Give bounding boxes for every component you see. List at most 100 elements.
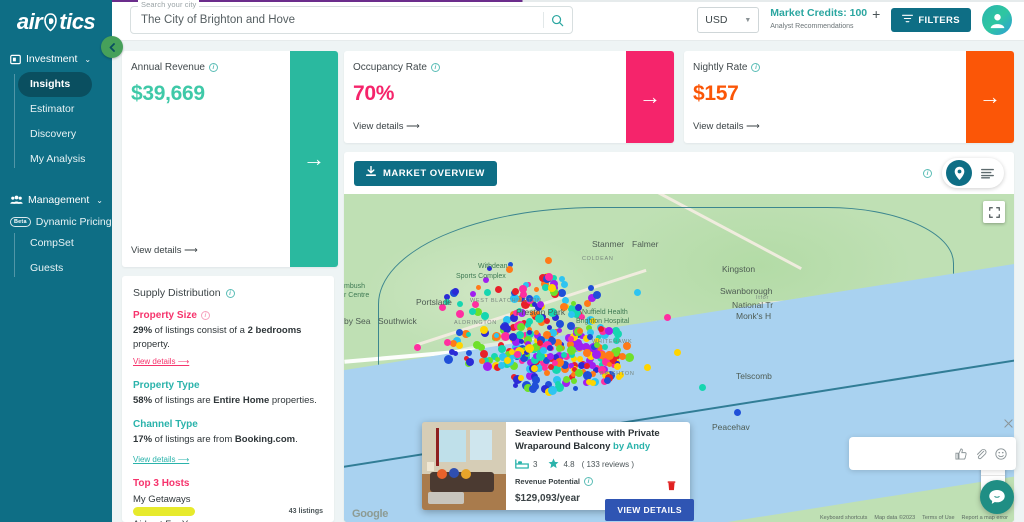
list-view-toggle[interactable] (974, 160, 1000, 186)
sidebar-item-my-analysis[interactable]: My Analysis (22, 147, 112, 172)
kpi-card-occupancy-rate[interactable]: Occupancy Rate i 70% View details ⟶ → (344, 51, 674, 143)
map-listing-dot[interactable] (546, 324, 552, 330)
nav-header-investment[interactable]: Investment ⌄ (0, 49, 112, 69)
map-listing-dot[interactable] (479, 326, 488, 335)
chat-fab-button[interactable] (980, 480, 1014, 514)
kpi-view-details-link[interactable]: View details ⟶ (353, 121, 626, 132)
map-listing-dot[interactable] (516, 323, 525, 332)
sidebar-item-dynamic-pricing[interactable]: Beta Dynamic Pricing (0, 210, 112, 230)
nav-header-management[interactable]: Management ⌄ (0, 190, 112, 210)
map-listing-dot[interactable] (567, 336, 574, 343)
kpi-card-annual-revenue[interactable]: Annual Revenue i $39,669 View details ⟶ … (122, 51, 338, 267)
attachment-icon[interactable] (975, 448, 987, 460)
map-listing-dot[interactable] (554, 380, 561, 387)
user-avatar-icon[interactable] (982, 5, 1012, 35)
map-listing-dot[interactable] (475, 285, 481, 291)
map-listing-dot[interactable] (548, 385, 558, 395)
map-listing-dot[interactable] (606, 361, 612, 367)
map-listing-dot[interactable] (484, 289, 491, 296)
info-icon[interactable]: i (584, 477, 594, 486)
map-listing-dot[interactable] (576, 328, 583, 335)
sidebar-collapse-button[interactable] (101, 36, 123, 58)
map-listing-dot[interactable] (699, 384, 706, 391)
map-listing-dot[interactable] (451, 288, 459, 296)
map-listing-dot[interactable] (414, 344, 421, 351)
search-input[interactable] (141, 14, 543, 26)
map-listing-dot[interactable] (546, 345, 553, 352)
map-listing-dot[interactable] (570, 300, 576, 306)
trash-icon[interactable] (667, 478, 676, 496)
map-listing-dot[interactable] (517, 374, 524, 381)
section-view-details-link[interactable]: View details ⟶ (133, 455, 189, 464)
map-listing-dot[interactable] (598, 325, 605, 332)
info-icon[interactable]: i (751, 63, 761, 72)
info-icon[interactable]: i (208, 63, 218, 72)
chat-input-bar[interactable] (849, 437, 1016, 470)
info-icon[interactable]: i (200, 311, 210, 320)
map-listing-dot[interactable] (483, 361, 493, 371)
add-credits-icon[interactable]: + (872, 7, 880, 21)
currency-select[interactable]: USD ▼ (697, 7, 760, 33)
map-listing-dot[interactable] (575, 368, 584, 377)
map-listing-dot[interactable] (618, 353, 626, 361)
map-listing-dot[interactable] (515, 330, 524, 339)
map-listing-dot[interactable] (556, 328, 562, 334)
property-view-details-button[interactable]: VIEW DETAILS (605, 499, 694, 521)
map-listing-dot[interactable] (508, 332, 517, 341)
map-listing-dot[interactable] (625, 352, 635, 362)
map-listing-dot[interactable] (545, 272, 554, 281)
map-fullscreen-button[interactable] (983, 201, 1005, 223)
map-listing-dot[interactable] (518, 338, 524, 344)
map-listing-dot[interactable] (455, 309, 464, 318)
sidebar-item-compset[interactable]: CompSet (22, 231, 112, 256)
map-listing-dot[interactable] (664, 314, 671, 321)
map-listing-dot[interactable] (443, 354, 453, 364)
search-box[interactable] (130, 6, 573, 34)
map-footer-link[interactable]: Keyboard shortcuts (820, 515, 867, 521)
thumbs-up-icon[interactable] (955, 447, 967, 460)
map-listing-dot[interactable] (524, 343, 534, 353)
kpi-view-details-link[interactable]: View details ⟶ (693, 121, 966, 132)
map-listing-dot[interactable] (455, 342, 463, 350)
map-footer-link[interactable]: Terms of Use (922, 515, 954, 521)
map-listing-dot[interactable] (591, 349, 601, 359)
sidebar-item-discovery[interactable]: Discovery (22, 122, 112, 147)
map-listing-dot[interactable] (494, 285, 502, 293)
map-listing-dot[interactable] (546, 352, 554, 360)
map-listing-dot[interactable] (465, 357, 474, 366)
map-listing-dot[interactable] (604, 376, 612, 384)
market-overview-button[interactable]: MARKET OVERVIEW (354, 160, 497, 186)
map-listing-dot[interactable] (734, 409, 741, 416)
map-listing-dot[interactable] (560, 280, 568, 288)
kpi-card-nightly-rate[interactable]: Nightly Rate i $157 View details ⟶ → (684, 51, 1014, 143)
kpi-arrow-button[interactable]: → (290, 51, 338, 267)
map-listing-dot[interactable] (512, 382, 518, 388)
sidebar-item-estimator[interactable]: Estimator (22, 97, 112, 122)
sidebar-item-guests[interactable]: Guests (22, 256, 112, 281)
chat-close-button[interactable] (1001, 416, 1015, 430)
kpi-arrow-button[interactable]: → (626, 51, 674, 143)
info-icon[interactable]: i (225, 288, 235, 298)
map-listing-dot[interactable] (674, 349, 681, 356)
sidebar-item-insights[interactable]: Insights (18, 72, 92, 97)
map-listing-dot[interactable] (644, 364, 651, 371)
map-listing-dot[interactable] (634, 289, 641, 296)
map-listing-dot[interactable] (547, 284, 556, 293)
map-listing-dot[interactable] (583, 348, 592, 357)
map-listing-dot[interactable] (533, 286, 539, 292)
map-listing-dot[interactable] (590, 379, 597, 386)
kpi-view-details-link[interactable]: View details ⟶ (131, 245, 290, 256)
market-credits[interactable]: Market Credits: 100 + Analyst Recommenda… (770, 7, 880, 32)
kpi-arrow-button[interactable]: → (966, 51, 1014, 143)
search-icon[interactable] (551, 14, 564, 27)
info-icon[interactable]: i (923, 168, 932, 178)
map-listing-dot[interactable] (444, 339, 451, 346)
brand-logo[interactable]: air tics (0, 0, 112, 40)
emoji-icon[interactable] (995, 447, 1007, 460)
map-listing-dot[interactable] (469, 307, 477, 315)
map-listing-dot[interactable] (543, 370, 550, 377)
map-listing-dot[interactable] (513, 350, 521, 358)
map-listing-dot[interactable] (583, 370, 593, 380)
map-listing-dot[interactable] (532, 375, 541, 384)
section-view-details-link[interactable]: View details ⟶ (133, 357, 189, 366)
